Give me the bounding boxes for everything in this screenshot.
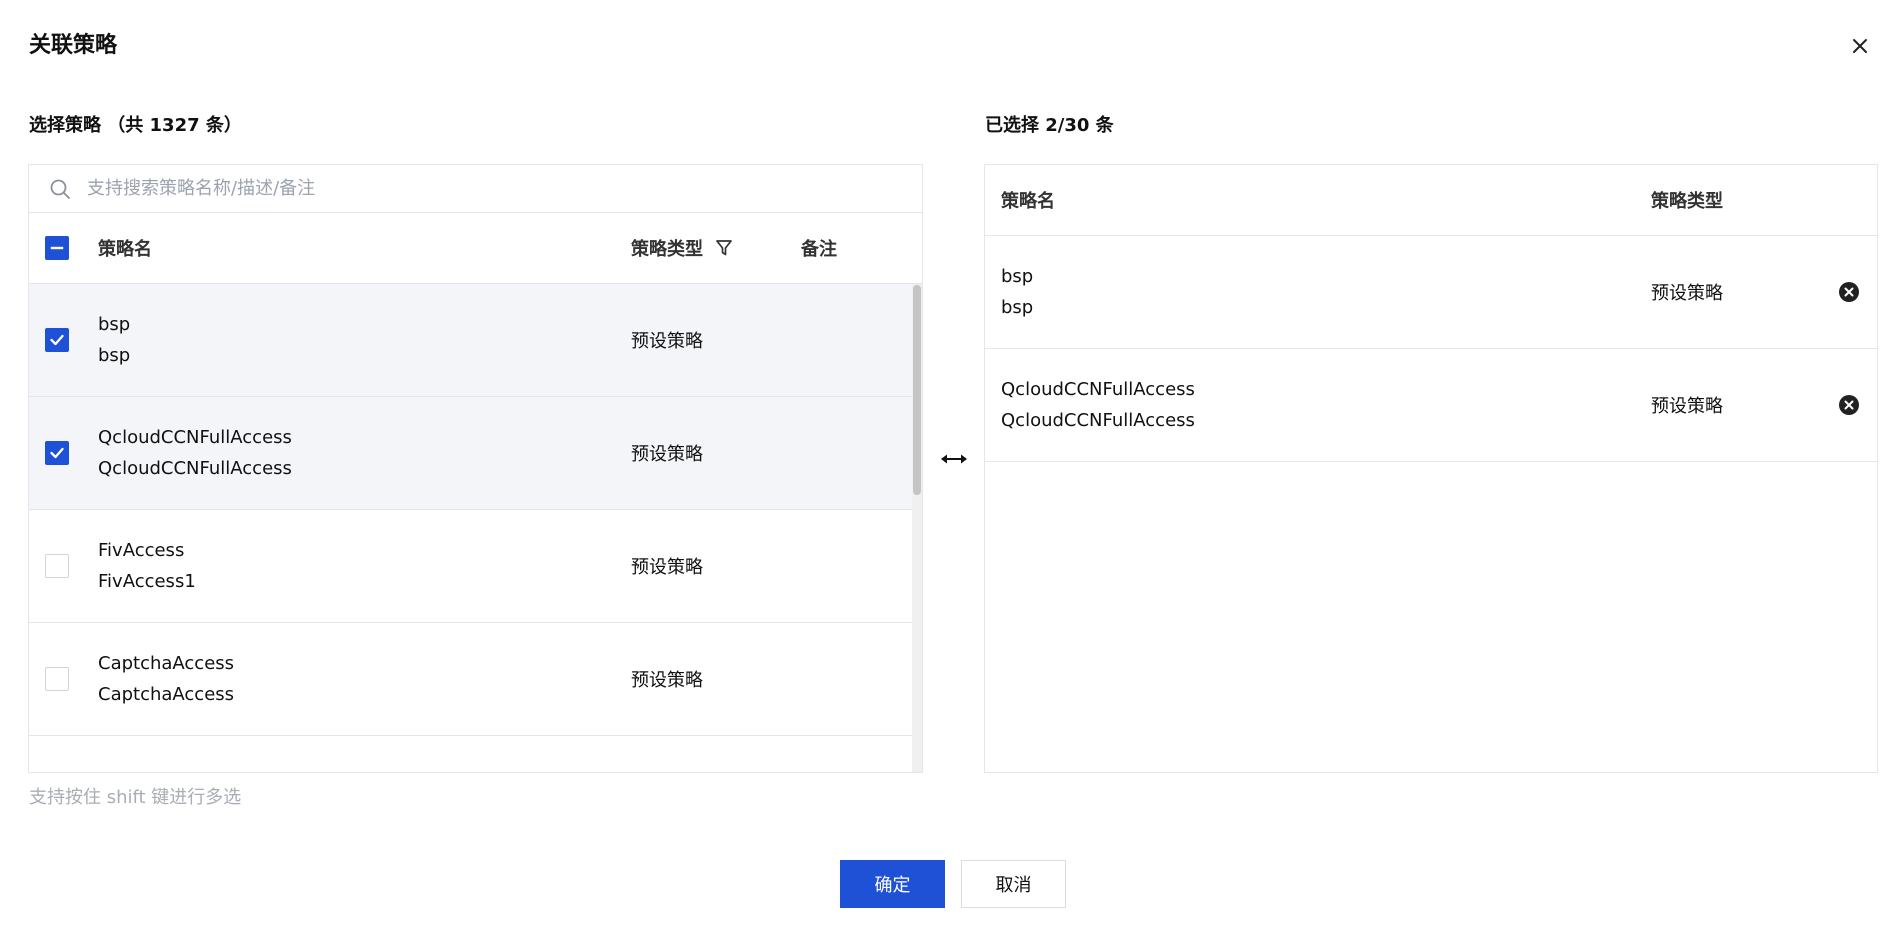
policy-type: 预设策略 xyxy=(631,331,703,352)
scrollbar[interactable] xyxy=(912,284,922,772)
dialog-title: 关联策略 xyxy=(29,33,118,58)
selected-policy-name: QcloudCCNFullAccess xyxy=(1001,379,1195,400)
policy-name: CaptchaAccess xyxy=(98,653,235,674)
search-bar xyxy=(29,165,922,213)
minus-icon xyxy=(50,246,64,250)
selected-policy-description: bsp xyxy=(1001,297,1034,318)
selected-policy-type: 预设策略 xyxy=(1651,283,1723,304)
row-checkbox[interactable] xyxy=(45,554,69,578)
close-button[interactable] xyxy=(1844,30,1876,62)
selected-column-header-type: 策略类型 xyxy=(1651,191,1723,212)
remove-button[interactable] xyxy=(1837,393,1861,417)
close-circle-icon[interactable] xyxy=(1838,281,1860,303)
policy-type: 预设策略 xyxy=(631,557,703,578)
policy-name: QcloudCCNFullAccess xyxy=(98,427,292,448)
cancel-button[interactable]: 取消 xyxy=(961,860,1066,908)
selected-table-header: 策略名 策略类型 xyxy=(985,165,1877,236)
table-row[interactable]: QcloudCCNFullAccess QcloudCCNFullAccess … xyxy=(29,397,913,510)
selected-column-header-name: 策略名 xyxy=(1001,191,1055,212)
policy-name-cell: QcloudCCNFullAccess QcloudCCNFullAccess xyxy=(98,422,631,484)
multi-select-hint: 支持按住 shift 键进行多选 xyxy=(29,787,242,808)
confirm-button[interactable]: 确定 xyxy=(840,860,945,908)
selected-policy-name-cell: bsp bsp xyxy=(985,261,1651,323)
policy-name-cell: FivAccess FivAccess1 xyxy=(98,535,631,597)
check-icon xyxy=(50,447,64,459)
policy-description: FivAccess1 xyxy=(98,571,196,592)
column-header-name: 策略名 xyxy=(98,239,152,260)
policy-description: bsp xyxy=(98,345,131,366)
row-checkbox[interactable] xyxy=(45,441,69,465)
remove-button[interactable] xyxy=(1837,280,1861,304)
table-row[interactable]: bsp bsp 预设策略 xyxy=(29,284,913,397)
check-icon xyxy=(50,334,64,346)
select-all-checkbox[interactable] xyxy=(45,236,69,260)
available-policies-heading: 选择策略 （共 1327 条） xyxy=(29,115,242,136)
column-header-type-label: 策略类型 xyxy=(631,239,703,260)
policy-type: 预设策略 xyxy=(631,444,703,465)
selected-policy-description: QcloudCCNFullAccess xyxy=(1001,410,1195,431)
search-input[interactable] xyxy=(85,177,922,200)
row-checkbox[interactable] xyxy=(45,667,69,691)
column-header-remark: 备注 xyxy=(801,239,837,260)
close-icon[interactable] xyxy=(1850,36,1870,56)
policy-description: CaptchaAccess xyxy=(98,684,235,705)
available-policies-panel: 策略名 策略类型 备注 bsp bsp xyxy=(28,164,923,773)
table-row[interactable]: FivAccess FivAccess1 预设策略 xyxy=(29,510,913,623)
selected-policy-name: bsp xyxy=(1001,266,1034,287)
scrollbar-thumb[interactable] xyxy=(913,285,921,495)
filter-icon[interactable] xyxy=(715,239,733,257)
close-circle-icon[interactable] xyxy=(1838,394,1860,416)
selected-policy-type: 预设策略 xyxy=(1651,396,1723,417)
selected-policies-panel: 策略名 策略类型 bsp bsp 预设策略 QcloudCCNFullAcces… xyxy=(984,164,1878,773)
policy-type: 预设策略 xyxy=(631,670,703,691)
selected-row: QcloudCCNFullAccess QcloudCCNFullAccess … xyxy=(985,349,1877,462)
policy-description: QcloudCCNFullAccess xyxy=(98,458,292,479)
policy-name-cell: bsp bsp xyxy=(98,309,631,371)
available-table-body[interactable]: bsp bsp 预设策略 QcloudCCNFullAccess QcloudC… xyxy=(29,284,922,772)
search-icon xyxy=(47,176,73,202)
table-row[interactable] xyxy=(29,736,913,772)
policy-name: FivAccess xyxy=(98,540,185,561)
selected-policies-heading: 已选择 2/30 条 xyxy=(985,115,1114,136)
table-row[interactable]: CaptchaAccess CaptchaAccess 预设策略 xyxy=(29,623,913,736)
column-header-type: 策略类型 xyxy=(631,235,801,261)
policy-name-cell: CaptchaAccess CaptchaAccess xyxy=(98,648,631,710)
row-checkbox[interactable] xyxy=(45,328,69,352)
transfer-arrows-icon xyxy=(939,447,969,471)
policy-name: bsp xyxy=(98,314,131,335)
selected-row: bsp bsp 预设策略 xyxy=(985,236,1877,349)
selected-policy-name-cell: QcloudCCNFullAccess QcloudCCNFullAccess xyxy=(985,374,1651,436)
available-table-header: 策略名 策略类型 备注 xyxy=(29,213,922,284)
